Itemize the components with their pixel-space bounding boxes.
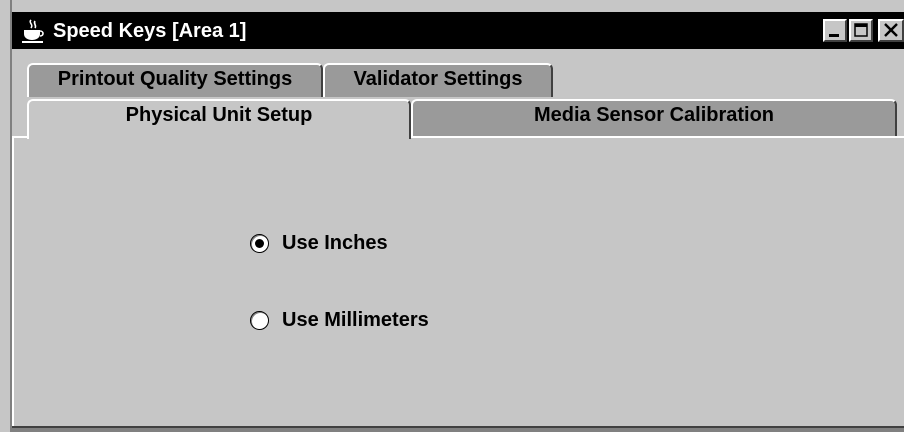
title-bar[interactable]: Speed Keys [Area 1] bbox=[12, 12, 904, 49]
radio-selected-dot bbox=[255, 238, 264, 248]
java-coffee-cup-icon[interactable] bbox=[20, 18, 46, 44]
use-millimeters-radio[interactable] bbox=[250, 310, 269, 330]
tab-physical-unit-setup[interactable]: Physical Unit Setup bbox=[27, 99, 411, 139]
window-frame-top bbox=[0, 0, 904, 12]
minimize-button[interactable] bbox=[823, 19, 847, 42]
window-title: Speed Keys [Area 1] bbox=[53, 20, 247, 42]
use-inches-radio[interactable] bbox=[250, 233, 269, 253]
physical-unit-setup-panel bbox=[12, 136, 904, 426]
use-millimeters-option[interactable]: Use Millimeters bbox=[250, 307, 429, 333]
tab-media-sensor-calibration[interactable]: Media Sensor Calibration bbox=[411, 99, 897, 136]
tab-printout-quality-settings[interactable]: Printout Quality Settings bbox=[27, 63, 323, 97]
panel-bottom-edge bbox=[12, 426, 904, 432]
maximize-button[interactable] bbox=[849, 19, 873, 42]
close-button[interactable] bbox=[878, 19, 904, 42]
speed-keys-window: Speed Keys [Area 1] Printout Quality Set… bbox=[0, 0, 904, 432]
use-inches-option[interactable]: Use Inches bbox=[250, 230, 388, 256]
window-frame-left bbox=[0, 0, 12, 432]
use-inches-label[interactable]: Use Inches bbox=[282, 232, 388, 255]
tab-validator-settings[interactable]: Validator Settings bbox=[323, 63, 553, 97]
use-millimeters-label[interactable]: Use Millimeters bbox=[282, 309, 429, 332]
